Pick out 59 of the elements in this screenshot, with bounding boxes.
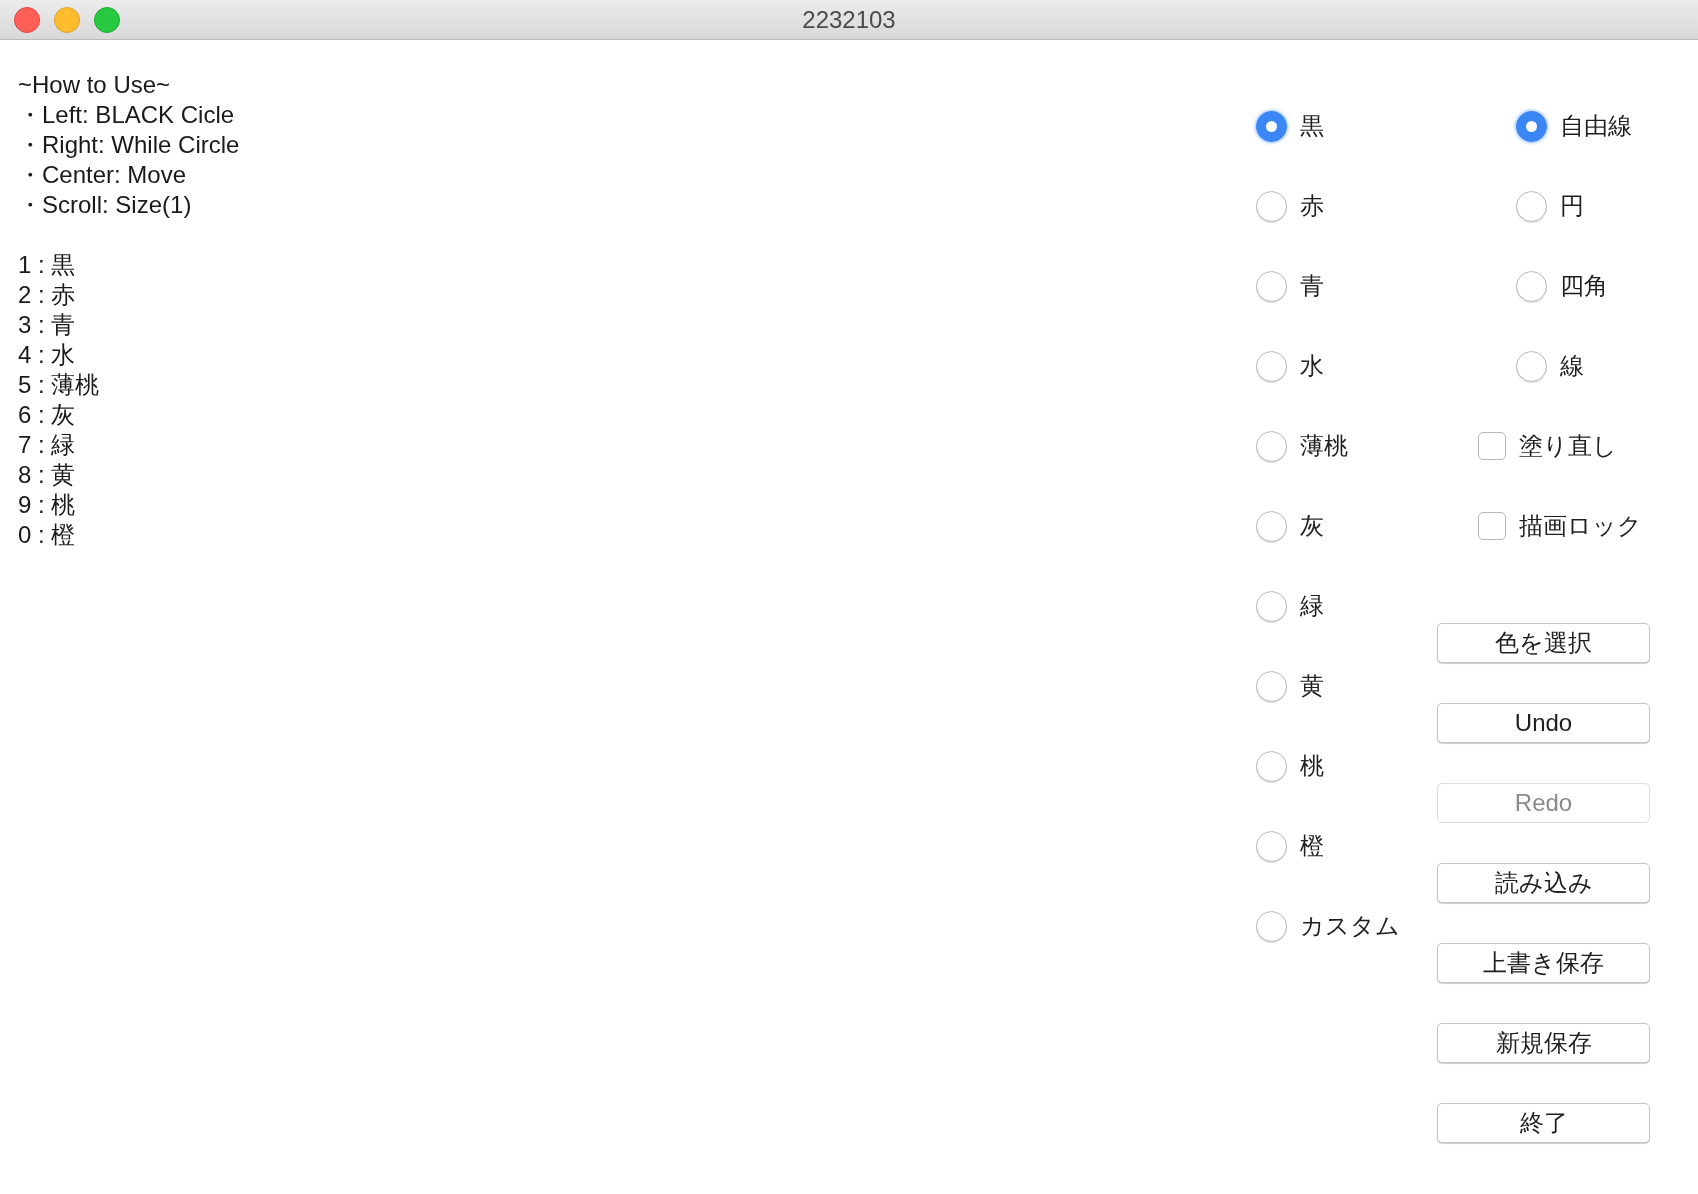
action-button[interactable]: 読み込み bbox=[1437, 863, 1650, 903]
minimize-icon[interactable] bbox=[54, 6, 80, 33]
radio-button[interactable] bbox=[1256, 670, 1287, 702]
shortcut-line: 5 : 薄桃 bbox=[18, 370, 100, 400]
radio-button[interactable] bbox=[1256, 430, 1287, 462]
radio-label: 線 bbox=[1560, 351, 1584, 381]
checkbox[interactable] bbox=[1478, 432, 1506, 460]
shortcut-line: 9 : 桃 bbox=[18, 490, 76, 520]
radio-label: 青 bbox=[1300, 271, 1324, 301]
radio-button[interactable] bbox=[1256, 590, 1287, 622]
instruction-line: ・Right: While Circle bbox=[18, 130, 240, 160]
shortcut-line: 6 : 灰 bbox=[18, 400, 76, 430]
maximize-icon[interactable] bbox=[94, 6, 120, 33]
shortcut-line: 0 : 橙 bbox=[18, 520, 76, 550]
action-button[interactable]: 終了 bbox=[1437, 1103, 1650, 1143]
radio-button[interactable] bbox=[1516, 110, 1547, 142]
shortcut-line: 2 : 赤 bbox=[18, 280, 76, 310]
shortcut-line: 4 : 水 bbox=[18, 340, 76, 370]
shortcut-line: 7 : 緑 bbox=[18, 430, 76, 460]
shortcut-line: 8 : 黄 bbox=[18, 460, 76, 490]
radio-label: 水 bbox=[1300, 351, 1324, 381]
action-button[interactable]: 上書き保存 bbox=[1437, 943, 1650, 983]
radio-label: 桃 bbox=[1300, 751, 1324, 781]
radio-button[interactable] bbox=[1256, 830, 1287, 862]
action-button[interactable]: 新規保存 bbox=[1437, 1023, 1650, 1063]
instruction-line: ・Center: Move bbox=[18, 160, 187, 190]
action-button[interactable]: Undo bbox=[1437, 703, 1650, 743]
radio-label: 緑 bbox=[1300, 591, 1324, 621]
shortcut-line: 1 : 黒 bbox=[18, 250, 76, 280]
radio-label: 黄 bbox=[1300, 671, 1324, 701]
radio-label: 円 bbox=[1560, 191, 1584, 221]
shortcut-line: 3 : 青 bbox=[18, 310, 76, 340]
checkbox-label: 描画ロック bbox=[1519, 511, 1642, 541]
radio-label: 橙 bbox=[1300, 831, 1324, 861]
radio-label: 四角 bbox=[1560, 271, 1608, 301]
instruction-line: ・Left: BLACK Cicle bbox=[18, 100, 235, 130]
instruction-line: ・Scroll: Size(1) bbox=[18, 190, 192, 220]
radio-label: 自由線 bbox=[1560, 111, 1632, 141]
radio-button[interactable] bbox=[1516, 350, 1547, 382]
radio-button[interactable] bbox=[1256, 110, 1287, 142]
radio-button[interactable] bbox=[1256, 750, 1287, 782]
close-icon[interactable] bbox=[14, 6, 40, 33]
radio-button[interactable] bbox=[1516, 190, 1547, 222]
radio-button[interactable] bbox=[1256, 510, 1287, 542]
action-button[interactable]: 色を選択 bbox=[1437, 623, 1650, 663]
checkbox-label: 塗り直し bbox=[1519, 431, 1617, 461]
radio-button[interactable] bbox=[1256, 270, 1287, 302]
radio-button[interactable] bbox=[1256, 350, 1287, 382]
radio-button[interactable] bbox=[1256, 190, 1287, 222]
checkbox[interactable] bbox=[1478, 512, 1506, 540]
window-title: 2232103 bbox=[802, 4, 896, 35]
instruction-line: ~How to Use~ bbox=[18, 70, 171, 100]
radio-label: 灰 bbox=[1300, 511, 1324, 541]
radio-label: 赤 bbox=[1300, 191, 1324, 221]
radio-label: 薄桃 bbox=[1300, 431, 1348, 461]
radio-button[interactable] bbox=[1516, 270, 1547, 302]
radio-label: カスタム bbox=[1300, 911, 1400, 941]
radio-label: 黒 bbox=[1300, 111, 1324, 141]
radio-button[interactable] bbox=[1256, 910, 1287, 942]
